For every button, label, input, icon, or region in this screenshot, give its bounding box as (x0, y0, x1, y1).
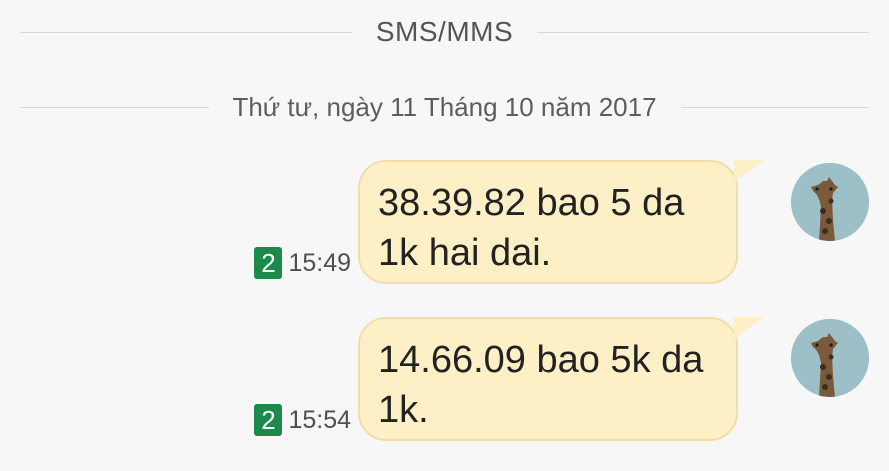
bubble-tail (734, 317, 764, 339)
contact-avatar[interactable] (791, 163, 869, 241)
message-meta: 2 15:49 (254, 247, 351, 279)
date-label: Thứ tư, ngày 11 Tháng 10 năm 2017 (208, 92, 681, 123)
giraffe-avatar-icon (791, 319, 869, 397)
message-meta: 2 15:54 (254, 404, 351, 436)
sim-badge: 2 (254, 247, 283, 279)
message-bubble[interactable]: 14.66.09 bao 5k da 1k. (358, 317, 738, 441)
message-time: 15:54 (288, 405, 351, 434)
bubble-tail (734, 160, 764, 182)
message-row[interactable]: 14.66.09 bao 5k da 1k. 2 15:54 (0, 317, 889, 441)
message-row[interactable]: 38.39.82 bao 5 da 1k hai dai. 2 15:49 (0, 160, 889, 284)
giraffe-avatar-icon (791, 163, 869, 241)
message-bubble[interactable]: 38.39.82 bao 5 da 1k hai dai. (358, 160, 738, 284)
sim-badge: 2 (254, 404, 283, 436)
message-time: 15:49 (288, 248, 351, 277)
contact-avatar[interactable] (791, 319, 869, 397)
channel-label: SMS/MMS (351, 16, 538, 48)
